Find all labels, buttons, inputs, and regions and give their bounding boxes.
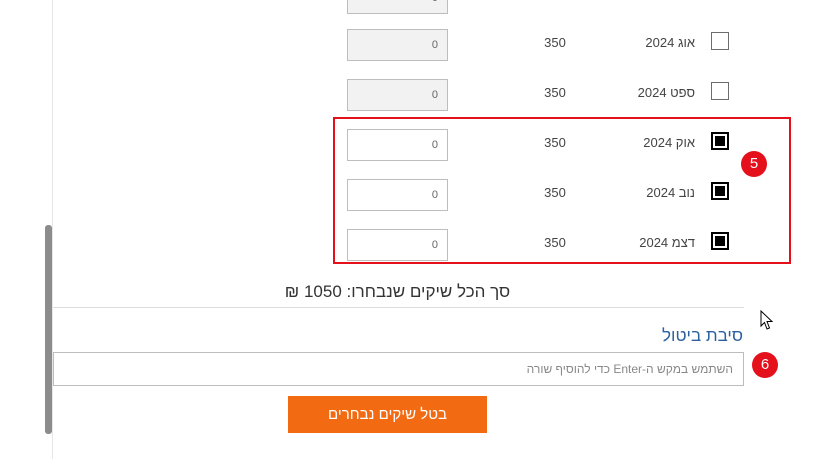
selected-total: סך הכל שיקים שנבחרו: 1050 ₪ <box>284 282 511 301</box>
cheque-price: 350 <box>544 85 566 100</box>
amount-input[interactable] <box>347 0 448 14</box>
cheque-row-partial <box>0 0 827 22</box>
divider <box>53 307 744 308</box>
cheque-checkbox[interactable] <box>711 32 729 50</box>
cancel-selected-cheques-button[interactable]: בטל שיקים נבחרים <box>288 396 487 433</box>
cheque-row: 350 ספט 2024 <box>0 79 827 119</box>
cheque-price: 350 <box>544 35 566 50</box>
amount-input[interactable] <box>347 29 448 61</box>
amount-input[interactable] <box>347 79 448 111</box>
mouse-cursor-icon <box>760 310 774 330</box>
cancel-reason-input[interactable] <box>53 352 744 386</box>
cheque-row: 350 אוג 2024 <box>0 29 827 69</box>
cheque-month: אוג 2024 <box>645 35 695 50</box>
step-5-badge: 5 <box>741 151 767 177</box>
cancel-reason-label: סיבת ביטול <box>662 326 743 345</box>
selected-rows-highlight <box>333 117 791 264</box>
step-6-badge: 6 <box>752 352 778 378</box>
cheque-checkbox[interactable] <box>711 82 729 100</box>
cheque-month: ספט 2024 <box>637 85 695 100</box>
